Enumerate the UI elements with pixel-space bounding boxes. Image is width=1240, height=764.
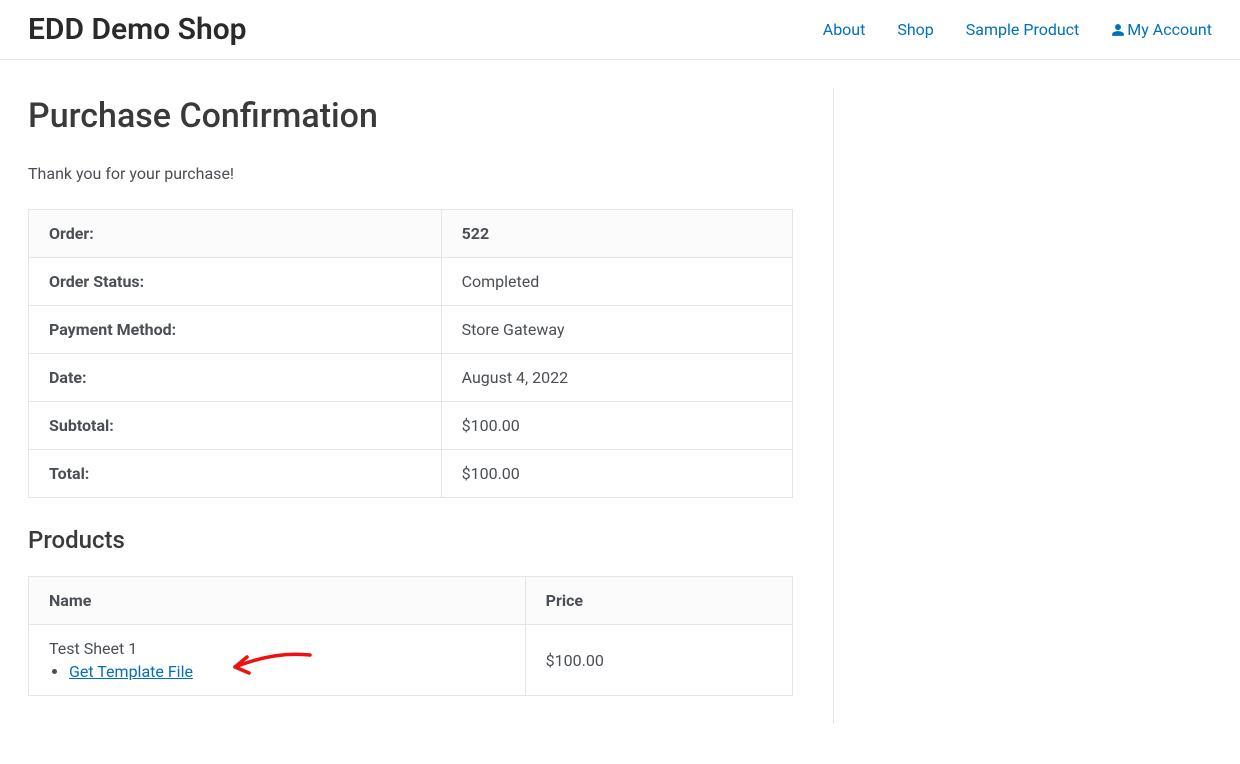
order-status-label: Order Status: bbox=[29, 258, 442, 306]
nav-shop[interactable]: Shop bbox=[897, 20, 933, 39]
order-row-date: Date: August 4, 2022 bbox=[29, 354, 793, 402]
products-header-row: Name Price bbox=[29, 577, 793, 625]
main-content: Purchase Confirmation Thank you for your… bbox=[28, 88, 833, 724]
site-title[interactable]: EDD Demo Shop bbox=[28, 12, 247, 47]
nav-sample-product[interactable]: Sample Product bbox=[966, 20, 1080, 39]
primary-nav: About Shop Sample Product My Account bbox=[823, 20, 1212, 39]
date-label: Date: bbox=[29, 354, 442, 402]
payment-method-value: Store Gateway bbox=[441, 306, 793, 354]
order-details-table: Order: 522 Order Status: Completed Payme… bbox=[28, 209, 793, 498]
products-col-name: Name bbox=[29, 577, 526, 625]
product-row: Test Sheet 1 Get Template File $100.00 bbox=[29, 625, 793, 696]
nav-my-account[interactable]: My Account bbox=[1111, 20, 1212, 39]
sidebar bbox=[833, 88, 1212, 724]
total-value: $100.00 bbox=[441, 450, 793, 498]
date-value: August 4, 2022 bbox=[441, 354, 793, 402]
order-row-total: Total: $100.00 bbox=[29, 450, 793, 498]
product-name: Test Sheet 1 bbox=[49, 639, 137, 658]
nav-about[interactable]: About bbox=[823, 20, 866, 39]
product-price-cell: $100.00 bbox=[525, 625, 792, 696]
site-header: EDD Demo Shop About Shop Sample Product … bbox=[0, 0, 1240, 60]
subtotal-value: $100.00 bbox=[441, 402, 793, 450]
page-title: Purchase Confirmation bbox=[28, 96, 793, 136]
user-icon bbox=[1111, 23, 1125, 37]
order-status-value: Completed bbox=[441, 258, 793, 306]
products-heading: Products bbox=[28, 526, 793, 554]
product-name-cell: Test Sheet 1 Get Template File bbox=[29, 625, 526, 696]
products-table: Name Price Test Sheet 1 Get Template Fil… bbox=[28, 576, 793, 696]
order-row-status: Order Status: Completed bbox=[29, 258, 793, 306]
thank-you-message: Thank you for your purchase! bbox=[28, 164, 793, 183]
total-label: Total: bbox=[29, 450, 442, 498]
nav-my-account-label: My Account bbox=[1127, 20, 1212, 39]
payment-method-label: Payment Method: bbox=[29, 306, 442, 354]
products-col-price: Price bbox=[525, 577, 792, 625]
order-value: 522 bbox=[441, 210, 793, 258]
order-row-payment-method: Payment Method: Store Gateway bbox=[29, 306, 793, 354]
subtotal-label: Subtotal: bbox=[29, 402, 442, 450]
order-label: Order: bbox=[29, 210, 442, 258]
order-row-subtotal: Subtotal: $100.00 bbox=[29, 402, 793, 450]
annotation-arrow-icon bbox=[225, 647, 315, 683]
download-link[interactable]: Get Template File bbox=[69, 662, 193, 681]
order-row-number: Order: 522 bbox=[29, 210, 793, 258]
page-container: Purchase Confirmation Thank you for your… bbox=[0, 60, 1240, 764]
